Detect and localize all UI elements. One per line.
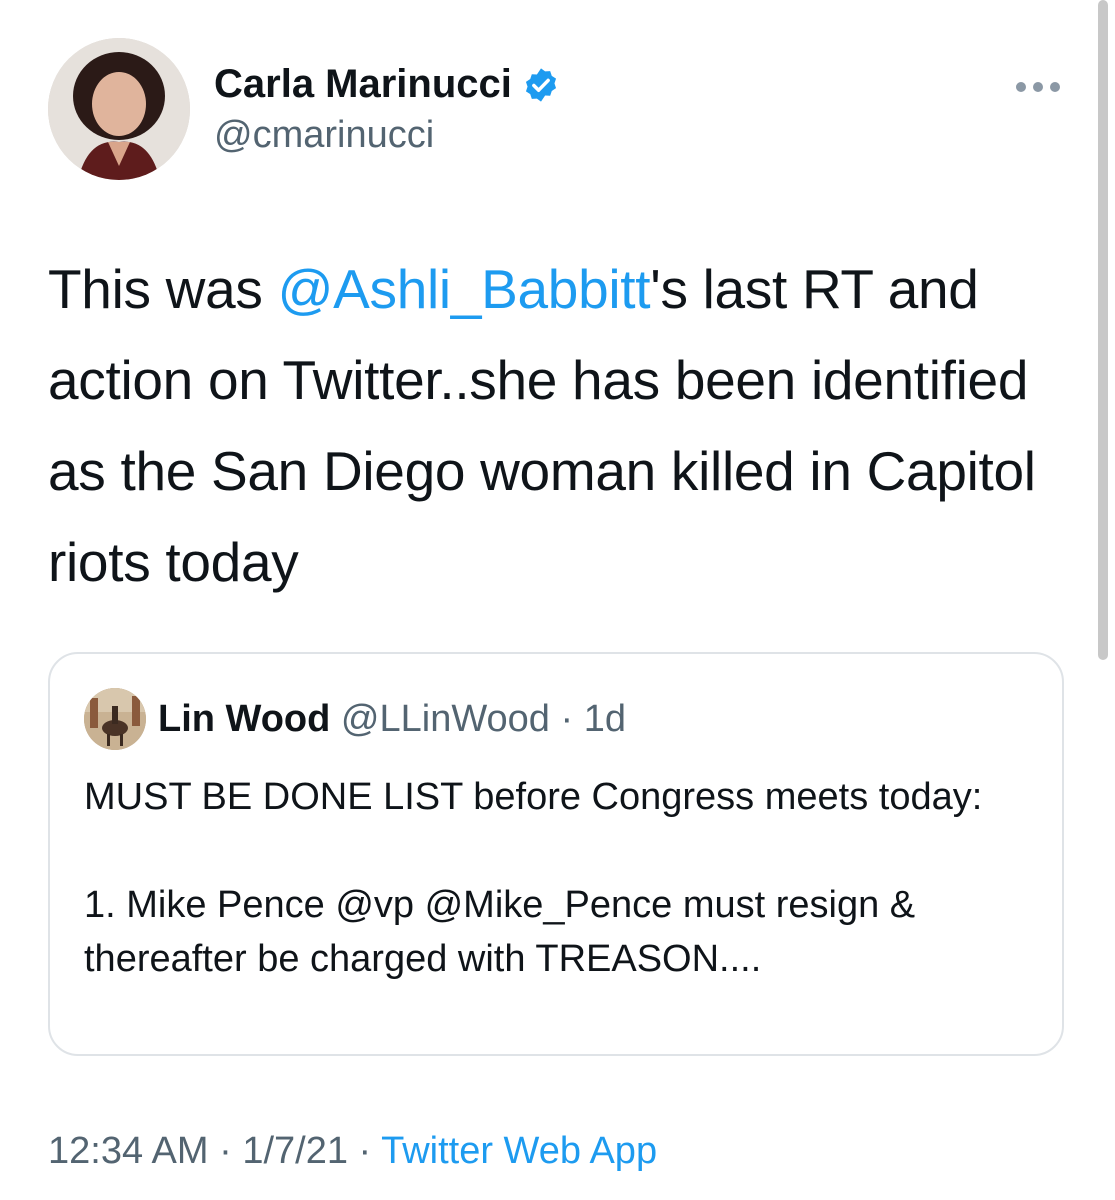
profile-photo <box>48 38 190 180</box>
meta-separator: · <box>348 1130 382 1172</box>
meta-separator: · <box>208 1130 243 1172</box>
scrollbar[interactable] <box>1098 0 1108 660</box>
meta-separator: · <box>549 698 584 740</box>
more-dot <box>1050 82 1060 92</box>
quoted-author-handle: @LLinWood <box>340 698 550 740</box>
tweet-source-link[interactable]: Twitter Web App <box>381 1130 657 1172</box>
tweet-text-part: This was <box>48 258 278 320</box>
tweet-mention-link[interactable]: @Ashli_Babbitt <box>278 258 651 320</box>
tweet-footer: 12:34 AM · 1/7/21 · Twitter Web App <box>48 1130 657 1173</box>
quoted-tweet-header: Lin Wood @LLinWood · 1d <box>158 698 626 741</box>
quoted-author-avatar <box>84 688 146 750</box>
more-dot <box>1033 82 1043 92</box>
more-dot <box>1016 82 1026 92</box>
tweet-text: This was @Ashli_Babbitt's last RT and ac… <box>48 244 1078 608</box>
quoted-author-name: Lin Wood <box>158 698 331 740</box>
more-options-icon[interactable] <box>1016 72 1066 102</box>
quoted-tweet-text: MUST BE DONE LIST before Congress meets … <box>84 776 983 980</box>
tweet-date[interactable]: 1/7/21 <box>242 1130 348 1172</box>
author-avatar[interactable] <box>48 38 190 180</box>
author-display-name[interactable]: Carla Marinucci <box>214 62 560 107</box>
quoted-tweet-card[interactable]: Lin Wood @LLinWood · 1d MUST BE DONE LIS… <box>48 652 1064 1056</box>
author-name-text: Carla Marinucci <box>214 62 512 106</box>
profile-photo <box>84 688 146 750</box>
tweet-time[interactable]: 12:34 AM <box>48 1130 209 1172</box>
quoted-tweet-age: 1d <box>583 698 626 740</box>
verified-badge-icon <box>525 67 556 102</box>
author-handle[interactable]: @cmarinucci <box>214 114 434 157</box>
